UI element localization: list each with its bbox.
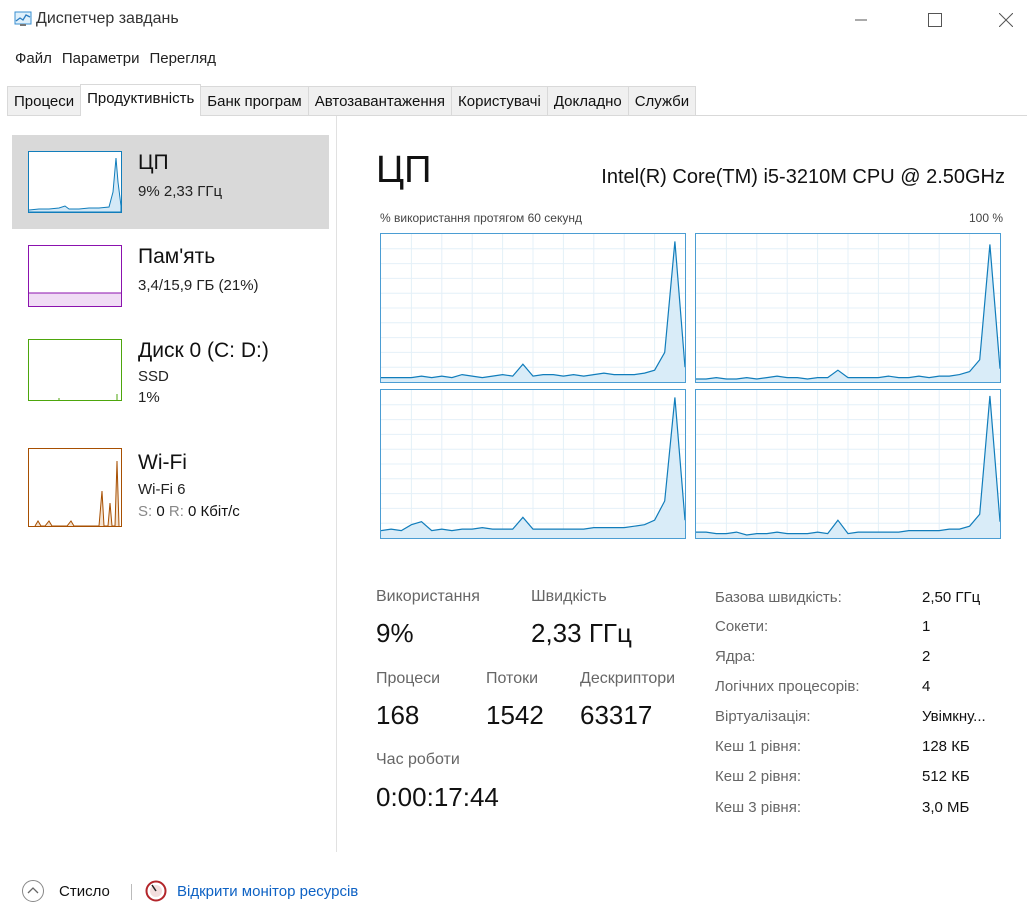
wifi-recv-label: R:: [168, 503, 184, 520]
menu-file[interactable]: Файл: [11, 48, 56, 74]
fewer-details-button[interactable]: [22, 880, 44, 902]
spec-label: Сокети:: [715, 618, 769, 635]
resource-detail-wifi: S: 0 R: 0 Кбіт/с: [138, 503, 240, 520]
tab-app-history[interactable]: Банк програм: [200, 86, 309, 116]
usage-value: 9%: [376, 618, 414, 648]
spec-label: Віртуалізація:: [715, 708, 811, 725]
uptime-label: Час роботи: [376, 751, 460, 768]
handles-value: 63317: [580, 700, 653, 730]
cpu-graph-core-3: [695, 389, 1001, 539]
cpu-usage-curve: [380, 390, 686, 538]
tab-services[interactable]: Служби: [627, 86, 697, 116]
menu-view[interactable]: Перегляд: [145, 48, 220, 74]
close-button[interactable]: [980, 0, 1032, 40]
memory-thumbnail: [28, 245, 122, 307]
window-title: Диспетчер завдань: [36, 10, 179, 27]
tab-startup[interactable]: Автозавантаження: [307, 86, 453, 116]
spec-value: 3,0 МБ: [922, 799, 970, 816]
resource-list: ЦП 9% 2,33 ГГц Пам'ять 3,4/15,9 ГБ (21%)…: [7, 116, 337, 852]
spec-value: Увімкну...: [922, 708, 986, 725]
resource-name-disk: Диск 0 (C: D:): [138, 339, 269, 362]
disk-thumbnail: [28, 339, 122, 401]
speed-value: 2,33 ГГц: [531, 618, 632, 648]
maximize-button[interactable]: [909, 0, 961, 40]
speed-label: Швидкість: [531, 588, 607, 605]
resource-detail-disk: 1%: [138, 389, 160, 406]
cpu-graph-core-2: [380, 389, 686, 539]
usage-label: Використання: [376, 588, 480, 605]
footer-divider: [131, 884, 132, 900]
spec-value: 512 КБ: [922, 768, 970, 785]
threads-value: 1542: [486, 700, 544, 730]
spec-value: 2: [922, 648, 931, 665]
resource-item-disk[interactable]: Диск 0 (C: D:) SSD 1%: [12, 323, 329, 417]
spec-value: 128 КБ: [922, 738, 970, 755]
handles-label: Дескриптори: [580, 670, 676, 687]
processes-label: Процеси: [376, 670, 441, 687]
cpu-model: Intel(R) Core(TM) i5-3210M CPU @ 2.50GHz: [601, 166, 1005, 188]
processes-value: 168: [376, 700, 420, 730]
disk-thumbnail-graph: [58, 394, 118, 400]
resource-name-cpu: ЦП: [138, 151, 169, 174]
wifi-thumbnail-graph: [34, 460, 120, 527]
wifi-thumbnail: [28, 448, 122, 527]
chevron-up-icon: [27, 887, 39, 894]
spec-label: Кеш 3 рівня:: [715, 799, 802, 816]
resource-item-memory[interactable]: Пам'ять 3,4/15,9 ГБ (21%): [12, 229, 329, 323]
minimize-icon: [855, 19, 867, 21]
menu-bar: Файл Параметри Перегляд: [0, 48, 220, 74]
spec-label: Кеш 2 рівня:: [715, 768, 802, 785]
resource-item-wifi[interactable]: Wi-Fi Wi-Fi 6 S: 0 R: 0 Кбіт/с: [12, 417, 329, 527]
resource-name-memory: Пам'ять: [138, 245, 216, 268]
maximize-icon: [928, 13, 942, 27]
wifi-send-label: S:: [138, 503, 153, 520]
wifi-recv-value: 0 Кбіт/с: [188, 503, 240, 520]
spec-value: 1: [922, 618, 931, 635]
tab-details[interactable]: Докладно: [546, 86, 629, 116]
title-bar: Диспетчер завдань: [0, 0, 1033, 40]
cpu-graph-core-0: [380, 233, 686, 383]
spec-value: 4: [922, 678, 931, 695]
open-resource-monitor-link[interactable]: Відкрити монітор ресурсів: [177, 883, 358, 900]
spec-label: Базова швидкість:: [715, 589, 842, 606]
uptime-value: 0:00:17:44: [376, 782, 499, 812]
spec-label: Логічних процесорів:: [715, 678, 860, 695]
tab-users[interactable]: Користувачі: [451, 86, 548, 116]
resource-detail-memory: 3,4/15,9 ГБ (21%): [138, 277, 259, 294]
spec-label: Кеш 1 рівня:: [715, 738, 802, 755]
close-icon: [999, 13, 1013, 27]
minimize-button[interactable]: [835, 0, 887, 40]
page-title: ЦП: [376, 149, 432, 191]
graph-caption: % використання протягом 60 секунд: [380, 211, 582, 225]
fewer-details-label[interactable]: Стисло: [59, 883, 110, 900]
menu-options[interactable]: Параметри: [58, 48, 144, 74]
tab-bar: Процеси Продуктивність Банк програм Авто…: [7, 84, 697, 116]
resource-item-cpu[interactable]: ЦП 9% 2,33 ГГц: [12, 135, 329, 229]
resource-detail-cpu: 9% 2,33 ГГц: [138, 183, 223, 200]
spec-value: 2,50 ГГц: [922, 589, 981, 606]
task-manager-icon: [14, 11, 32, 26]
resource-type-wifi: Wi-Fi 6: [138, 481, 186, 498]
threads-label: Потоки: [486, 670, 539, 687]
cpu-graph-core-1: [695, 233, 1001, 383]
cpu-usage-curve: [381, 234, 686, 382]
cpu-usage-curve: [696, 390, 1001, 538]
footer: Стисло Відкрити монітор ресурсів: [0, 870, 1033, 908]
graph-max-label: 100 %: [968, 211, 1003, 225]
resource-type-disk: SSD: [138, 368, 169, 385]
resource-monitor-icon: [145, 880, 167, 902]
cpu-thumbnail-graph: [28, 157, 122, 213]
cpu-usage-curve: [696, 234, 1001, 382]
spec-label: Ядра:: [715, 648, 756, 665]
resource-name-wifi: Wi-Fi: [138, 451, 187, 474]
tab-processes[interactable]: Процеси: [7, 86, 82, 116]
memory-thumbnail-graph: [29, 292, 121, 306]
tab-performance[interactable]: Продуктивність: [80, 84, 202, 116]
cpu-thumbnail: [28, 151, 122, 213]
wifi-send-value: 0: [156, 503, 165, 520]
